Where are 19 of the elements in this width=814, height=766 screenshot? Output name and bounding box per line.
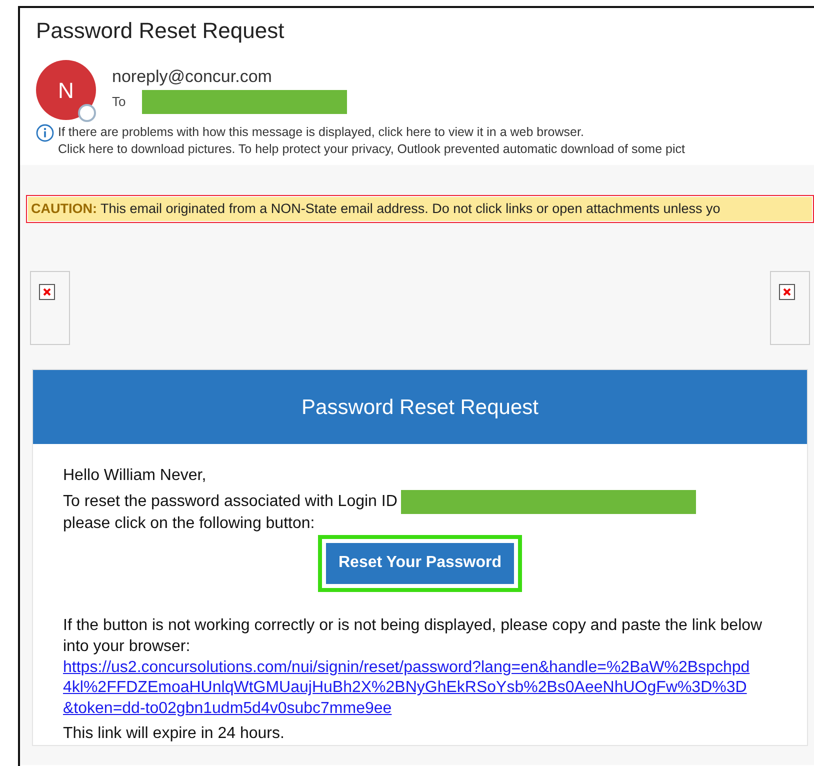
sender-address: noreply@concur.com xyxy=(112,66,273,88)
reset-password-button[interactable]: Reset Your Password xyxy=(326,543,514,584)
broken-image-icon xyxy=(779,284,795,300)
avatar: N xyxy=(36,60,96,120)
reset-link[interactable]: https://us2.concursolutions.com/nui/signin/reset/password?lang=en&handle=%2BaW%2Bspchpd4kl%2FFDZEmoaHUnlqWtGMUaujHuBh2X%2BNyGhEkRSoYsb%2Bs0AeeNhUOgFw%3D%3D&token=dd-to02gbn1udm5d4v0subc7mme9ee xyxy=(63,658,753,720)
caution-banner: CAUTION: This email originated from a NON-State email address. Do not click links or open attachments unless yo xyxy=(26,194,814,224)
info-text[interactable]: Click here to download pictures. To help protect your privacy, Outlook prevented automatic download of some pict xyxy=(58,140,685,157)
expiry-text: This link will expire in 24 hours. xyxy=(63,724,286,744)
intro-text: please click on the following button: xyxy=(63,514,316,534)
message-subject: Password Reset Request xyxy=(36,18,286,44)
info-text[interactable]: If there are problems with how this message is displayed, click here to view it in a web browser. xyxy=(58,124,685,141)
to-label: To xyxy=(112,93,126,112)
greeting-text: Hello William Never, xyxy=(63,466,208,486)
broken-image-icon xyxy=(39,284,55,300)
info-icon xyxy=(36,124,54,142)
presence-icon xyxy=(78,104,96,122)
intro-text: To reset the password associated with Login ID xyxy=(63,492,398,512)
fallback-text: If the button is not working correctly or is not being displayed, please copy and paste the link below into your browser: xyxy=(63,616,764,657)
email-header: Password Reset Request xyxy=(33,370,807,444)
